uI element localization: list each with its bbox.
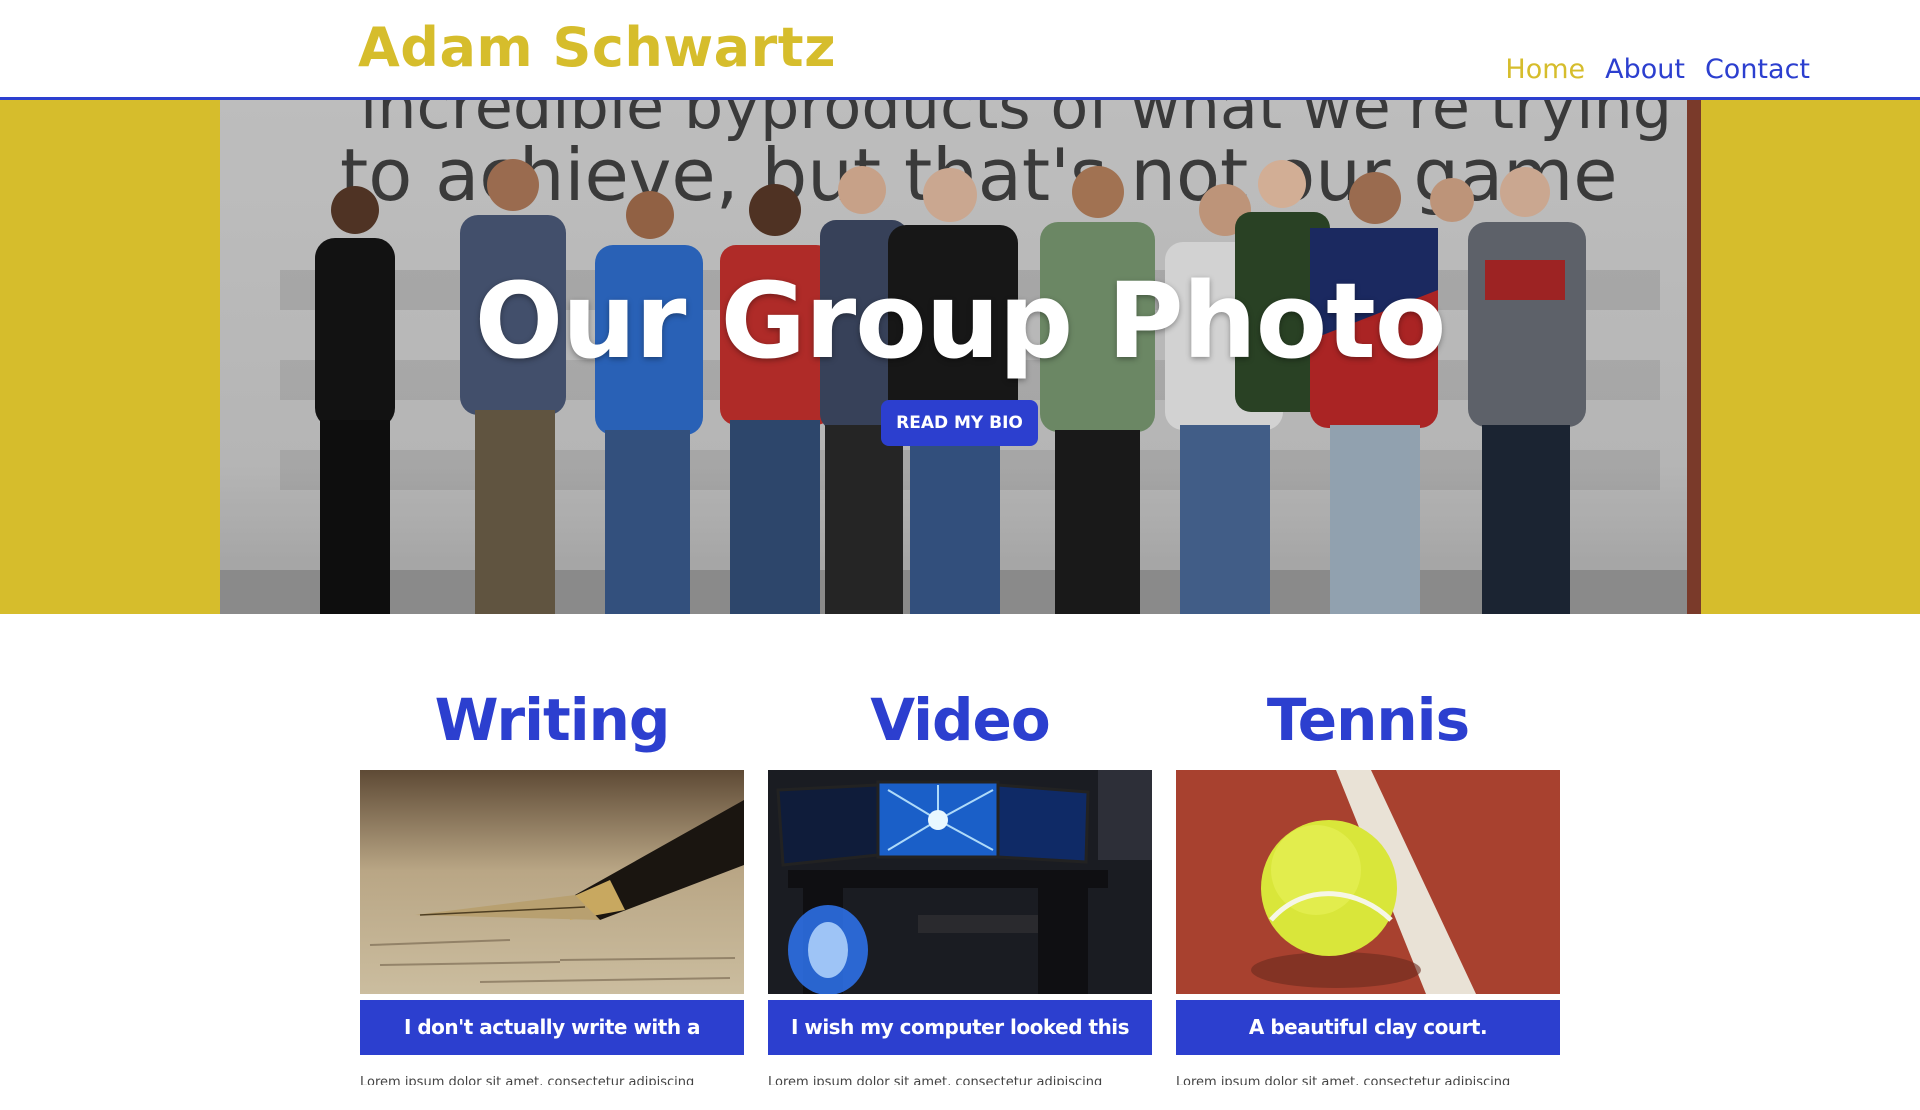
feature-title: Tennis xyxy=(1266,686,1470,754)
site-header: Adam Schwartz Home About Contact xyxy=(0,0,1920,100)
feature-caption: I wish my computer looked this nice xyxy=(768,1000,1152,1094)
feature-description: Lorem ipsum dolor sit amet, consectetur … xyxy=(768,1075,1103,1085)
feature-title: Video Games xyxy=(852,686,1069,834)
hero-title: Our Group Photo xyxy=(474,260,1447,382)
read-bio-button[interactable]: READ MY BIO xyxy=(881,400,1038,446)
tennis-ball-photo xyxy=(1176,770,1560,994)
feature-title: Writing xyxy=(434,686,671,754)
brand-logo[interactable]: Adam Schwartz xyxy=(358,16,836,79)
feature-description: Lorem ipsum dolor sit amet, consectetur … xyxy=(360,1075,695,1085)
hero-banner: incredible byproducts of what we're tryi… xyxy=(0,100,1920,614)
nav-home[interactable]: Home xyxy=(1505,54,1585,85)
feature-card-tennis: Tennis A beautiful clay court. Lorem ips… xyxy=(1176,680,1560,1085)
gaming-computer-photo xyxy=(768,770,1152,994)
features-section: Writing I don't actually write with a fo… xyxy=(360,680,1560,1094)
feature-card-writing: Writing I don't actually write with a fo… xyxy=(360,680,744,1094)
nav-about[interactable]: About xyxy=(1605,54,1685,85)
feature-caption: I don't actually write with a fountain p… xyxy=(360,1000,744,1094)
nav-contact[interactable]: Contact xyxy=(1705,54,1810,85)
fountain-pen-photo xyxy=(360,770,744,994)
feature-card-video-games: Video Games xyxy=(768,680,1152,1094)
main-nav: Home About Contact xyxy=(1505,54,1810,85)
feature-caption: A beautiful clay court. xyxy=(1176,1000,1560,1055)
feature-description: Lorem ipsum dolor sit amet, consectetur … xyxy=(1176,1075,1511,1085)
